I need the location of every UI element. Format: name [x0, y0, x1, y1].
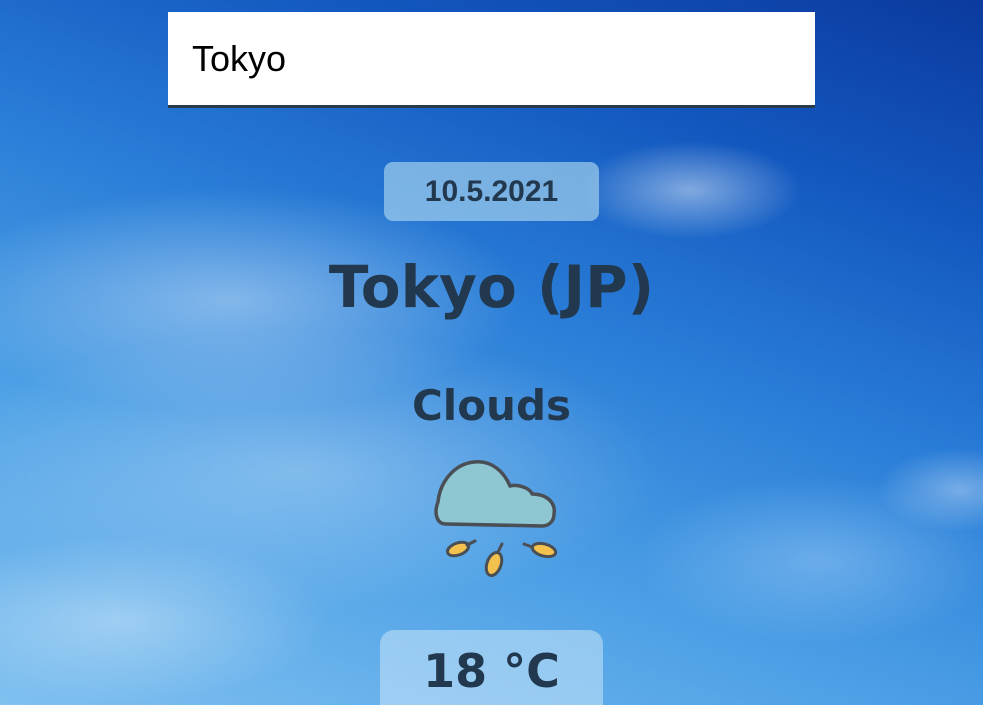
date-badge: 10.5.2021: [384, 162, 599, 221]
search-box[interactable]: [168, 12, 815, 108]
temperature-display: 18 °C: [380, 630, 603, 705]
search-input[interactable]: [168, 12, 815, 105]
weather-condition: Clouds: [411, 381, 572, 430]
location-title: Tokyo (JP): [328, 253, 655, 321]
cloud-with-falling-leaves-icon: [434, 460, 558, 578]
